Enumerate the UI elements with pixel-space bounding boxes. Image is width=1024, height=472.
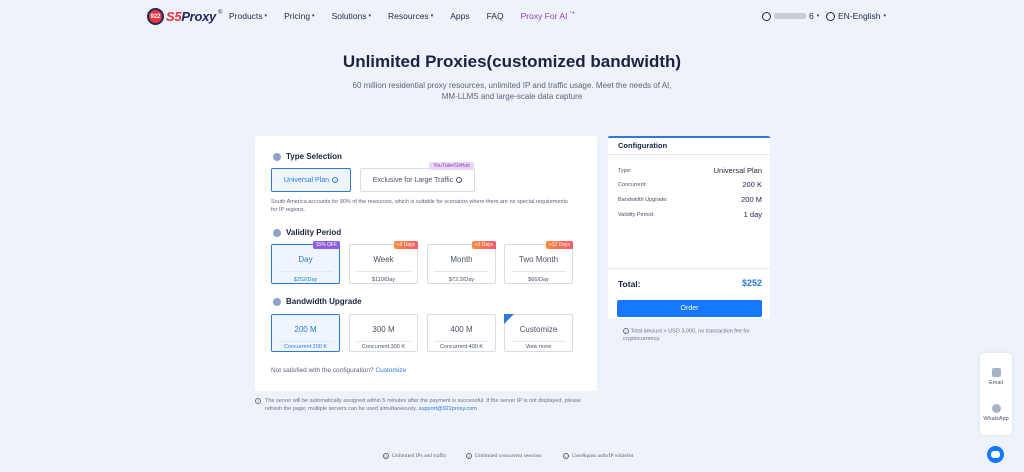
bandwidth-option-400m[interactable]: 400 M Concurrent:400 K: [427, 314, 496, 352]
divider: [511, 271, 566, 272]
divider: [278, 271, 333, 272]
menu-solutions[interactable]: Solutions ▾: [332, 11, 371, 21]
globe-icon: [826, 11, 835, 21]
divider: [356, 341, 411, 342]
bandwidth-option-customize[interactable]: Customize View more: [504, 314, 573, 352]
total-label: Total:: [618, 279, 641, 289]
bandwidth-option-200m[interactable]: 200 M Concurrent:200 K: [271, 314, 340, 352]
cube-icon: [273, 152, 281, 161]
user-menu[interactable]: 6 ▾: [762, 11, 819, 21]
configuration-panel: [608, 136, 770, 319]
masked-username: [774, 13, 806, 19]
whatsapp-contact[interactable]: WhatsApp: [980, 404, 1012, 422]
menu-proxy-for-ai[interactable]: Proxy For AI ⁺•: [521, 10, 575, 22]
check-icon: ✓: [383, 453, 389, 459]
info-icon: i: [456, 177, 463, 183]
config-row-validity: Validity Period: 1 day: [618, 210, 762, 219]
customize-prompt: Not satisfied with the configuration? Cu…: [271, 367, 407, 374]
type-description: South America accounts for 90% of the re…: [271, 199, 568, 213]
config-row-bandwidth: Bandwidth Upgrade: 200 M: [618, 195, 762, 204]
new-corner-tag: [504, 314, 514, 324]
youtube-github-tag: YouTube/GitHub: [429, 162, 474, 170]
info-icon: i: [623, 328, 629, 334]
feature-unlimited-ips: ✓ Unlimited IPs and traffic: [383, 453, 447, 459]
chevron-down-icon: ▾: [430, 13, 434, 19]
menu-faq[interactable]: FAQ: [487, 11, 504, 21]
robot-icon: [991, 451, 1000, 458]
clock-icon: [273, 228, 281, 237]
mail-icon: [991, 368, 1001, 377]
type-option-exclusive[interactable]: YouTube/GitHub Exclusive for Large Traff…: [360, 162, 475, 192]
order-button[interactable]: Order: [617, 300, 762, 317]
bandwidth-option-300m[interactable]: 300 M Concurrent:300 K: [349, 314, 418, 352]
logo-text: S5Proxy: [166, 9, 216, 24]
whatsapp-icon: [991, 404, 1001, 413]
validity-option-day[interactable]: 15% OFF Day $252/Day: [271, 241, 340, 284]
top-nav: 922 S5Proxy ® Products ▾ Pricing ▾ Solutio…: [0, 0, 1024, 34]
server-icon: [273, 297, 281, 306]
total-value: $252: [741, 278, 762, 288]
chevron-down-icon: ▾: [312, 13, 315, 19]
chevron-down-icon: ▾: [368, 13, 372, 19]
crypto-fee-note: i Total amount > USD 3,000, no transacti…: [623, 328, 750, 342]
divider: [511, 341, 566, 342]
menu-products[interactable]: Products ▾: [229, 11, 267, 21]
validity-option-two-month[interactable]: +12 Days Two Month $66/Day: [504, 241, 573, 284]
check-icon: ✓: [466, 453, 472, 459]
config-row-concurrent: Concurrent: 200 K: [618, 180, 762, 189]
validity-period-title: Validity Period: [273, 228, 341, 237]
page-title: Unlimited Proxies(customized bandwidth): [342, 52, 682, 71]
validity-option-week[interactable]: +2 Days Week $110/Day: [349, 241, 418, 284]
chat-bot-button[interactable]: [987, 446, 1004, 463]
language-selector[interactable]: EN-English ▾: [826, 11, 886, 21]
check-icon: ✓: [563, 453, 569, 459]
info-icon: i: [255, 398, 261, 404]
menu-resources[interactable]: Resources ▾: [388, 11, 433, 21]
page-subtitle: 60 million residential proxy resources, …: [352, 81, 672, 101]
divider: [356, 271, 411, 272]
contact-widget: [980, 353, 1012, 435]
logo-badge: 922: [147, 8, 164, 25]
logo-registered-mark: ®: [217, 9, 223, 16]
bandwidth-upgrade-title: Bandwidth Upgrade: [273, 297, 362, 306]
discount-badge: 15% OFF: [312, 241, 340, 249]
config-row-type: Type: Universal Plan: [618, 166, 762, 175]
divider: [434, 271, 489, 272]
divider: [278, 341, 333, 342]
sparkle-icon: ⁺•: [569, 10, 575, 17]
feature-unlimited-sessions: ✓ Unlimited concurrent sessions: [466, 453, 542, 459]
main-menu: Products ▾ Pricing ▾ Solutions ▾ Resources ▾…: [229, 10, 592, 22]
configuration-title: Configuration: [618, 141, 668, 150]
server-assignment-note: i The server will be automatically assig…: [255, 397, 585, 413]
customize-link[interactable]: Customize: [375, 367, 406, 374]
user-icon: [762, 11, 771, 21]
logo[interactable]: 922 S5Proxy ®: [147, 8, 222, 25]
chevron-down-icon: ▾: [264, 13, 268, 19]
chevron-down-icon: ▾: [883, 13, 887, 19]
language-label: EN-English: [838, 11, 881, 21]
type-option-universal[interactable]: Universal Plan i: [271, 168, 351, 192]
bonus-days-badge: +12 Days: [545, 241, 573, 249]
menu-pricing[interactable]: Pricing ▾: [284, 11, 315, 21]
feature-auth-whitelist: ✓ User&pass auth/IP whitelist: [563, 453, 634, 459]
support-email-link[interactable]: support@922proxy.com: [419, 406, 477, 412]
chevron-down-icon: ▾: [816, 13, 820, 19]
validity-option-month[interactable]: +3 Days Month $72.3/Day: [427, 241, 496, 284]
divider: [608, 154, 770, 155]
divider: [434, 341, 489, 342]
bonus-days-badge: +3 Days: [471, 241, 496, 249]
divider: [608, 268, 770, 269]
email-contact[interactable]: Email: [980, 368, 1012, 386]
username-suffix: 6: [809, 11, 814, 21]
bonus-days-badge: +2 Days: [393, 241, 418, 249]
menu-apps[interactable]: Apps: [450, 11, 469, 21]
info-icon: i: [332, 177, 339, 183]
type-selection-title: Type Selection: [273, 152, 342, 161]
